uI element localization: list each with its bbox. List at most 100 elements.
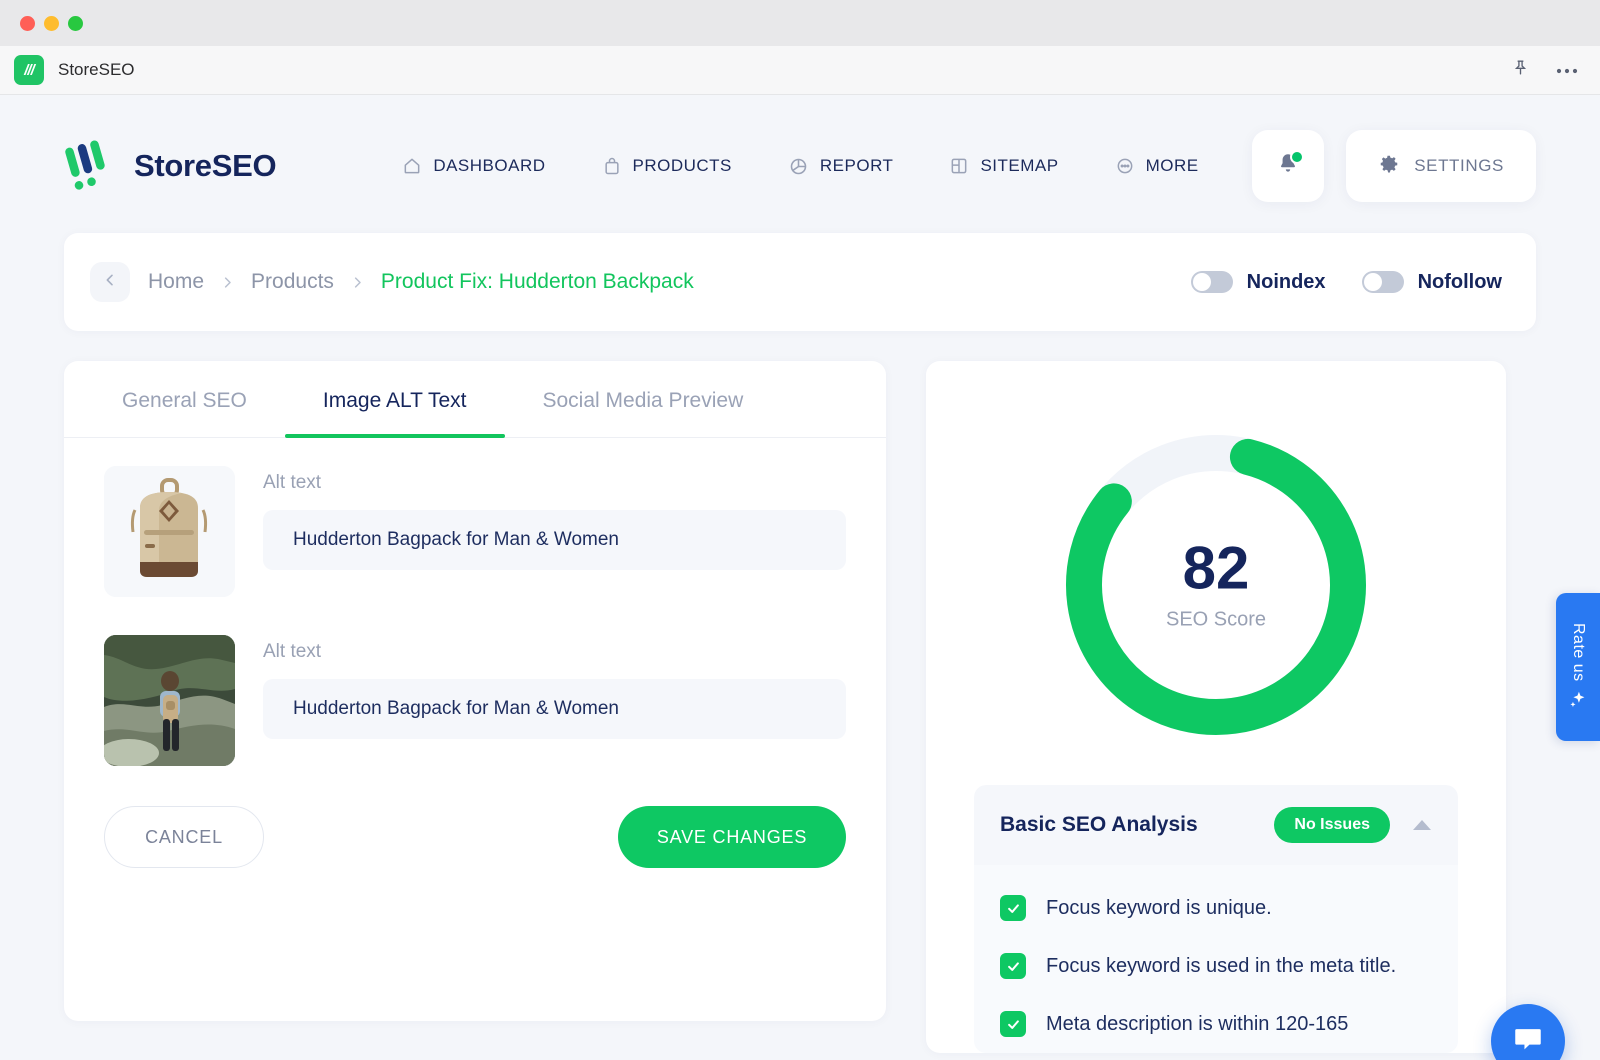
app-bar: /// StoreSEO (0, 46, 1600, 95)
sitemap-icon (949, 156, 969, 176)
nav-label: MORE (1145, 156, 1199, 175)
nav-label: PRODUCTS (632, 156, 732, 175)
noindex-toggle[interactable]: Noindex (1190, 270, 1326, 294)
gear-icon (1378, 153, 1400, 180)
nav-item-sitemap[interactable]: SITEMAP (921, 156, 1086, 176)
alt-text-input[interactable] (263, 679, 846, 739)
brand-name: StoreSEO (134, 148, 277, 183)
chat-bubble-icon (1511, 1022, 1545, 1060)
alt-text-panel: General SEO Image ALT Text Social Media … (64, 361, 886, 1021)
check-label: Focus keyword is used in the meta title. (1046, 954, 1397, 977)
settings-button[interactable]: SETTINGS (1346, 130, 1536, 202)
alt-text-row: Alt text (64, 597, 886, 766)
save-changes-button[interactable]: SAVE CHANGES (618, 806, 846, 868)
basic-seo-analysis: Basic SEO Analysis No Issues Focus keywo… (974, 785, 1458, 1053)
app-logo-icon: /// (14, 55, 44, 85)
check-label: Meta description is within 120-165 (1046, 1012, 1349, 1035)
window-close-button[interactable] (20, 15, 35, 31)
rate-us-tab[interactable]: Rate us (1556, 593, 1600, 741)
product-thumbnail-backpack[interactable] (104, 466, 235, 597)
nav-item-dashboard[interactable]: DASHBOARD (374, 156, 573, 176)
cancel-button[interactable]: CANCEL (104, 806, 264, 868)
sparkle-icon (1567, 689, 1589, 711)
tab-label: Image ALT Text (322, 389, 467, 412)
nofollow-label: Nofollow (1417, 270, 1502, 293)
tab-image-alt-text[interactable]: Image ALT Text (284, 361, 505, 438)
chevron-right-icon (220, 275, 235, 290)
list-item: Focus keyword is unique. (1000, 879, 1432, 937)
product-thumbnail-hiker[interactable] (104, 635, 235, 766)
nav-item-products[interactable]: PRODUCTS (574, 156, 760, 176)
main-content: General SEO Image ALT Text Social Media … (64, 361, 1536, 1053)
nav-label: DASHBOARD (433, 156, 546, 175)
nav-items: DASHBOARD PRODUCTS REPORT SITEMAP MORE (374, 156, 1226, 177)
check-icon (1000, 953, 1026, 979)
tab-social-media-preview[interactable]: Social Media Preview (505, 361, 782, 437)
panel-tabs: General SEO Image ALT Text Social Media … (64, 361, 886, 438)
alt-text-input[interactable] (263, 510, 846, 570)
app-bar-actions (1511, 58, 1578, 82)
seo-score-caption: SEO Score (1165, 608, 1267, 631)
status-badge: No Issues (1274, 807, 1390, 843)
toggle-switch[interactable] (1361, 271, 1404, 293)
chevron-right-icon (350, 275, 365, 290)
chevron-up-icon[interactable] (1412, 819, 1432, 831)
nav-label: REPORT (819, 156, 894, 175)
notification-badge-dot (1290, 150, 1305, 164)
tab-label: General SEO (122, 389, 247, 412)
nav-right-actions: SETTINGS (1252, 130, 1536, 202)
breadcrumb: Home Products Product Fix: Hudderton Bac… (148, 270, 694, 294)
form-actions: CANCEL SAVE CHANGES (64, 766, 886, 914)
nav-item-more[interactable]: MORE (1087, 156, 1227, 176)
tab-label: Social Media Preview (542, 389, 744, 412)
analysis-title: Basic SEO Analysis (1000, 813, 1198, 836)
os-titlebar (0, 0, 1600, 46)
check-label: Focus keyword is unique. (1046, 896, 1272, 919)
toggle-switch[interactable] (1190, 271, 1233, 293)
noindex-label: Noindex (1246, 270, 1326, 293)
storeseo-logo-icon (64, 140, 120, 192)
breadcrumb-item-products[interactable]: Products (251, 270, 334, 294)
report-icon (788, 156, 809, 177)
list-item: Meta description is within 120-165 (1000, 995, 1432, 1053)
breadcrumb-item-home[interactable]: Home (148, 270, 204, 294)
nav-item-report[interactable]: REPORT (760, 156, 922, 177)
bag-icon (602, 156, 622, 176)
alt-text-field-group: Alt text (263, 466, 846, 597)
window-minimize-button[interactable] (44, 15, 59, 31)
more-circle-icon (1115, 156, 1135, 176)
back-button[interactable] (90, 262, 130, 302)
top-navigation: StoreSEO DASHBOARD PRODUCTS REPORT SITEM… (0, 95, 1600, 205)
index-toggles: Noindex Nofollow (1190, 270, 1502, 294)
rate-us-label: Rate us (1570, 622, 1587, 682)
window-maximize-button[interactable] (68, 15, 83, 31)
seo-score-gauge: 82 SEO Score (974, 395, 1458, 775)
nofollow-toggle[interactable]: Nofollow (1361, 270, 1502, 294)
page-canvas: StoreSEO DASHBOARD PRODUCTS REPORT SITEM… (0, 95, 1600, 1060)
score-center-label: 82 SEO Score (1165, 534, 1267, 632)
seo-summary-panel: 82 SEO Score Basic SEO Analysis No Issue… (926, 361, 1506, 1053)
nav-label: SITEMAP (980, 156, 1059, 175)
app-bar-title: StoreSEO (58, 60, 135, 79)
home-icon (402, 156, 422, 176)
alt-text-field-group: Alt text (263, 635, 846, 766)
list-item: Focus keyword is used in the meta title. (1000, 937, 1432, 995)
settings-label: SETTINGS (1414, 156, 1504, 175)
brand[interactable]: StoreSEO (64, 140, 277, 192)
check-icon (1000, 895, 1026, 921)
analysis-items: Focus keyword is unique. Focus keyword i… (974, 865, 1458, 1053)
seo-score-value: 82 (1182, 534, 1250, 602)
app-logo-glyph: /// (24, 61, 34, 79)
alt-text-label: Alt text (263, 641, 322, 662)
breadcrumb-item-current: Product Fix: Hudderton Backpack (380, 270, 694, 293)
pin-icon[interactable] (1511, 58, 1530, 82)
alt-text-row: Alt text (64, 438, 886, 597)
more-options-icon[interactable] (1556, 61, 1578, 79)
analysis-header[interactable]: Basic SEO Analysis No Issues (974, 785, 1458, 865)
chevron-left-icon (102, 272, 118, 293)
notifications-button[interactable] (1252, 130, 1325, 202)
alt-text-label: Alt text (263, 472, 322, 493)
tab-general-seo[interactable]: General SEO (84, 361, 285, 437)
check-icon (1000, 1011, 1026, 1037)
breadcrumb-bar: Home Products Product Fix: Hudderton Bac… (64, 233, 1536, 331)
